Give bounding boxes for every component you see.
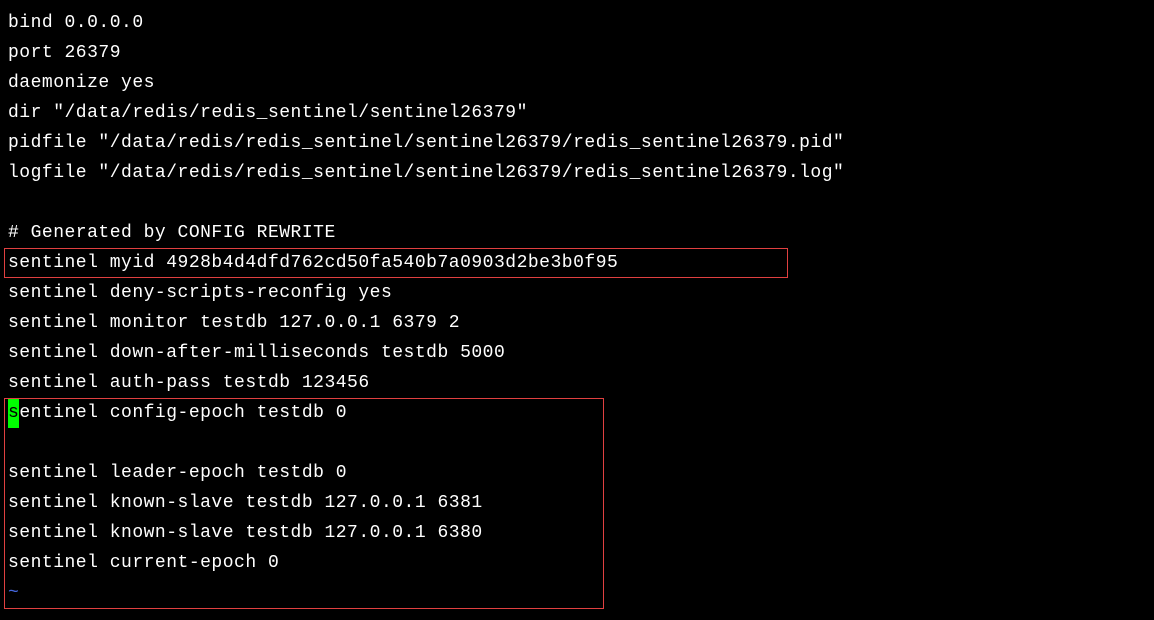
config-line-myid: sentinel myid 4928b4d4dfd762cd50fa540b7a…: [8, 248, 1146, 278]
config-line: [8, 188, 1146, 218]
cursor-icon: s: [8, 398, 19, 428]
config-line: bind 0.0.0.0: [8, 8, 1146, 38]
config-line-cursor[interactable]: sentinel config-epoch testdb 0: [8, 398, 1146, 428]
config-line: sentinel down-after-milliseconds testdb …: [8, 338, 1146, 368]
config-line: sentinel leader-epoch testdb 0: [8, 458, 1146, 488]
config-line: sentinel deny-scripts-reconfig yes: [8, 278, 1146, 308]
config-line: sentinel known-slave testdb 127.0.0.1 63…: [8, 518, 1146, 548]
config-line: sentinel monitor testdb 127.0.0.1 6379 2: [8, 308, 1146, 338]
config-line: logfile "/data/redis/redis_sentinel/sent…: [8, 158, 1146, 188]
config-line: dir "/data/redis/redis_sentinel/sentinel…: [8, 98, 1146, 128]
config-line: port 26379: [8, 38, 1146, 68]
config-line: # Generated by CONFIG REWRITE: [8, 218, 1146, 248]
config-line: sentinel auth-pass testdb 123456: [8, 368, 1146, 398]
config-line: sentinel current-epoch 0: [8, 548, 1146, 578]
config-line: sentinel known-slave testdb 127.0.0.1 63…: [8, 488, 1146, 518]
config-line: pidfile "/data/redis/redis_sentinel/sent…: [8, 128, 1146, 158]
vim-tilde-line: ~: [8, 578, 1146, 608]
config-line: daemonize yes: [8, 68, 1146, 98]
cursor-line-rest: entinel config-epoch testdb 0: [19, 403, 347, 423]
config-line: [8, 428, 1146, 458]
